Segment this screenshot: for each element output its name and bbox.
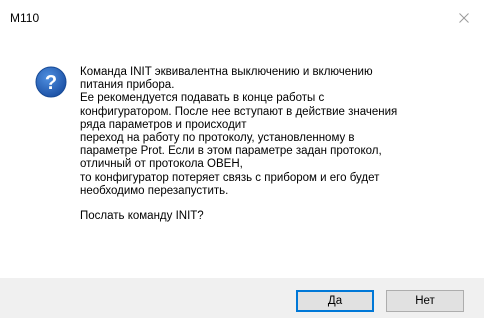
close-button[interactable] [444, 0, 484, 36]
message-line: переход на работу по протоколу, установл… [80, 132, 355, 145]
message-line: питания прибора. [80, 79, 175, 92]
yes-button[interactable]: Да [296, 290, 374, 312]
message-line: Ее рекомендуется подавать в конце работы… [80, 92, 325, 105]
message-line: необходимо перезапустить. [80, 184, 229, 197]
message-line: то конфигуратор потеряет связь с приборо… [80, 171, 380, 184]
window-title: M110 [10, 11, 40, 25]
message-line: отличный от протокола ОВЕН, [80, 158, 243, 171]
no-button[interactable]: Нет [386, 290, 464, 312]
title-bar: M110 [0, 0, 484, 36]
message-line: параметре Prot. Если в этом параметре за… [80, 145, 382, 158]
question-icon: ? [35, 66, 67, 98]
message-dialog: M110 ? Команда INIT эквивалентна выключе… [0, 0, 484, 318]
dialog-question: Послать команду INIT? [80, 210, 204, 223]
dialog-message: Команда INIT эквивалентна выключению и в… [80, 66, 475, 223]
svg-text:?: ? [45, 72, 57, 94]
message-line: конфигуратором. После нее вступают в дей… [80, 105, 398, 118]
message-line: Команда INIT эквивалентна выключению и в… [80, 66, 373, 78]
close-icon [459, 13, 469, 23]
message-line: ряда параметров и происходит [80, 118, 247, 131]
